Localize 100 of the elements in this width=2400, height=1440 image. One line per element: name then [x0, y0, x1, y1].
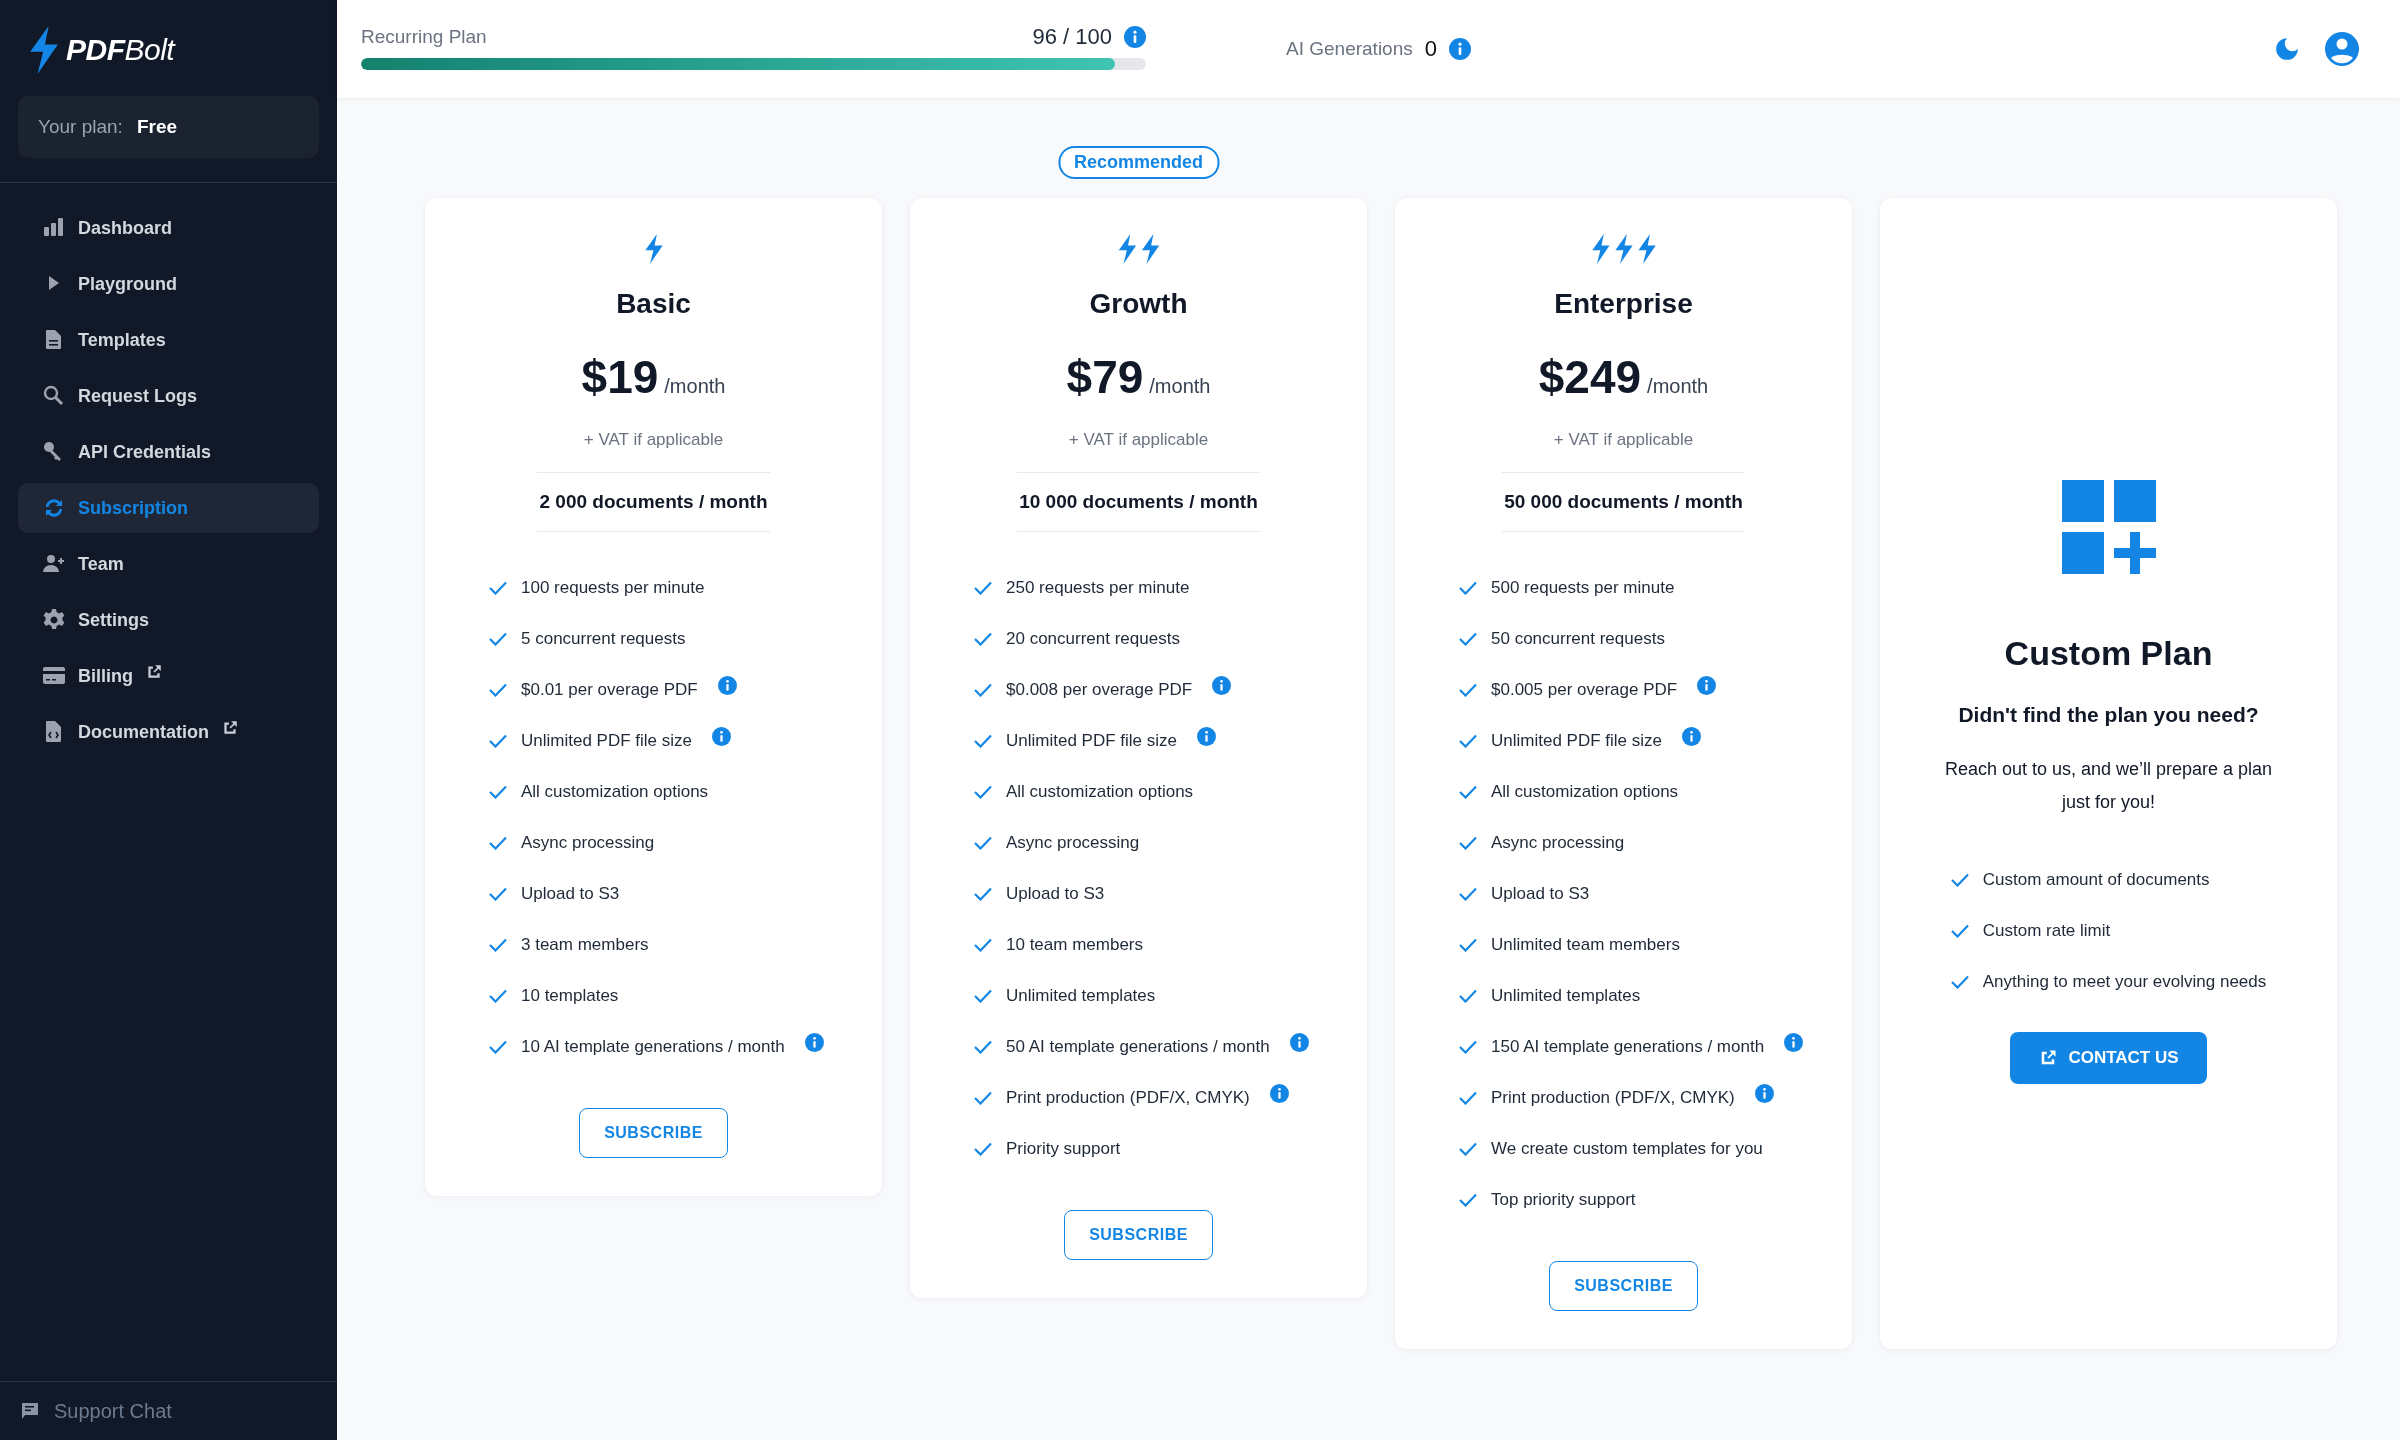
sidebar-item[interactable]: Team [18, 539, 319, 589]
check-icon [489, 580, 507, 595]
feature-text: All customization options [1006, 781, 1194, 802]
usage-label: Recurring Plan [361, 26, 487, 48]
feature-text: Priority support [1006, 1138, 1121, 1159]
feature-text: 50 concurrent requests [1491, 628, 1665, 649]
info-icon[interactable] [1449, 38, 1471, 60]
price-period: /month [664, 375, 726, 398]
info-icon[interactable] [1697, 676, 1717, 695]
info-icon[interactable] [717, 676, 737, 695]
check-icon [489, 886, 507, 901]
check-icon [974, 1090, 992, 1105]
nav-icon [42, 608, 66, 632]
feature-text: 3 team members [521, 934, 649, 955]
check-icon [974, 886, 992, 901]
check-icon [489, 988, 507, 1003]
info-icon[interactable] [712, 727, 731, 746]
support-chat-link[interactable]: Support Chat [54, 1399, 172, 1423]
feature-text: Async processing [1006, 832, 1140, 853]
nav-icon [42, 384, 66, 408]
bolt-icon [643, 234, 664, 264]
check-icon [1459, 682, 1477, 697]
plan-name: Basic [616, 288, 691, 320]
price-period: /month [1149, 375, 1211, 398]
check-icon [1459, 886, 1477, 901]
feature-text: 10 team members [1006, 934, 1143, 955]
check-icon [489, 631, 507, 646]
info-icon[interactable] [1682, 727, 1701, 746]
grid-plus-icon [2061, 479, 2156, 574]
check-icon [974, 631, 992, 646]
price: $19 [581, 350, 659, 404]
contact-button[interactable]: CONTACT US [2010, 1031, 2207, 1084]
info-icon[interactable] [1212, 676, 1232, 695]
check-icon [1950, 975, 1969, 989]
check-icon [1459, 1192, 1477, 1207]
user-icon[interactable] [2324, 31, 2360, 67]
info-icon[interactable] [1124, 26, 1146, 48]
info-icon[interactable] [804, 1033, 824, 1052]
info-icon[interactable] [1197, 727, 1216, 746]
feature-text: Async processing [1491, 832, 1625, 853]
info-icon[interactable] [1754, 1084, 1774, 1103]
check-icon [1459, 784, 1477, 799]
feature-text: Top priority support [1491, 1189, 1636, 1210]
check-icon [974, 988, 992, 1003]
check-icon [974, 835, 992, 850]
feature-text: 250 requests per minute [1006, 577, 1190, 598]
check-icon [1459, 580, 1477, 595]
documents-quota: 2 000 documents / month [537, 472, 770, 532]
check-icon [974, 1141, 992, 1156]
feature-text: Upload to S3 [1006, 883, 1105, 904]
check-icon [1459, 937, 1477, 952]
check-icon [974, 733, 992, 748]
sidebar-item[interactable]: Settings [18, 595, 319, 645]
check-icon [1459, 835, 1477, 850]
feature-text: All customization options [1491, 781, 1679, 802]
feature-text: 20 concurrent requests [1006, 628, 1180, 649]
plan-description: Reach out to us, and we’ll prepare a plan just for you! [1943, 757, 2274, 814]
sidebar-item[interactable]: Billing [18, 651, 319, 701]
feature-text: $0.008 per overage PDF [1006, 679, 1193, 700]
info-icon[interactable] [1269, 1084, 1289, 1103]
feature-text: We create custom templates for you [1491, 1138, 1763, 1159]
sidebar-item[interactable]: Dashboard [18, 203, 319, 253]
info-icon[interactable] [1784, 1033, 1804, 1052]
price: $79 [1066, 350, 1144, 404]
sidebar-item[interactable]: Playground [18, 259, 319, 309]
feature-text: Unlimited PDF file size [521, 730, 692, 751]
check-icon [974, 682, 992, 697]
check-icon [974, 784, 992, 799]
ai-count: 0 [1424, 36, 1437, 62]
subscribe-button[interactable]: SUBSCRIBE [1549, 1261, 1698, 1311]
feature-text: Print production (PDF/X, CMYK) [1006, 1087, 1250, 1108]
subscribe-button[interactable]: SUBSCRIBE [1064, 1210, 1213, 1260]
subscribe-button[interactable]: SUBSCRIBE [579, 1108, 728, 1158]
feature-text: 50 AI template generations / month [1006, 1036, 1270, 1057]
feature-text: 5 concurrent requests [521, 628, 686, 649]
price: $249 [1538, 350, 1642, 404]
price-period: /month [1647, 375, 1709, 398]
feature-text: $0.01 per overage PDF [521, 679, 698, 700]
check-icon [1950, 924, 1969, 938]
info-icon[interactable] [1289, 1033, 1309, 1052]
check-icon [1459, 1039, 1477, 1054]
sidebar-item[interactable]: Subscription [18, 483, 319, 533]
check-icon [489, 784, 507, 799]
sidebar-item[interactable]: API Credentials [18, 427, 319, 477]
recommended-badge: Recommended [1058, 146, 1219, 179]
feature-text: Custom amount of documents [1982, 870, 2210, 890]
sidebar-item[interactable]: Templates [18, 315, 319, 365]
plan-label: Your plan: [38, 116, 123, 138]
bolts-icon [1116, 234, 1161, 264]
feature-text: Async processing [521, 832, 655, 853]
check-icon [1459, 631, 1477, 646]
feature-text: 150 AI template generations / month [1491, 1036, 1765, 1057]
feature-text: All customization options [521, 781, 709, 802]
sidebar-item[interactable]: Request Logs [18, 371, 319, 421]
feature-text: Custom rate limit [1982, 921, 2111, 941]
check-icon [489, 1039, 507, 1054]
check-icon [1950, 873, 1969, 887]
logo-text[interactable]: PDFBolt [66, 33, 175, 67]
chat-icon [20, 1401, 40, 1421]
sidebar-item[interactable]: Documentation [18, 707, 319, 757]
